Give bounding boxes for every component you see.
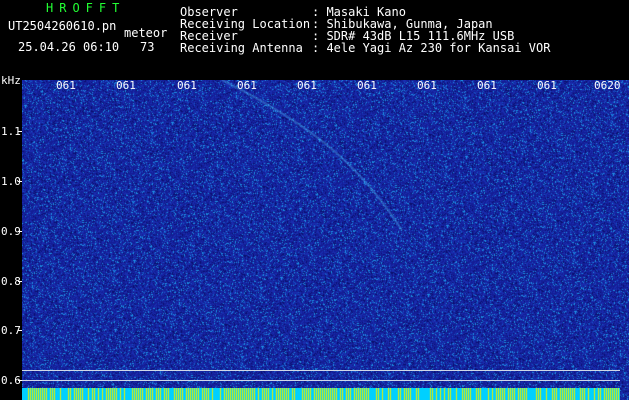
- y-tick-mark: [18, 181, 22, 182]
- x-tick-label: 0620: [594, 79, 621, 92]
- x-tick-label: 061: [297, 79, 317, 92]
- y-axis-unit: kHz: [1, 74, 21, 87]
- reference-line: [22, 370, 620, 371]
- meteor-count: 73: [140, 40, 155, 54]
- file-name: UT2504260610.pn: [8, 19, 117, 33]
- app-brand-title: HROFFT: [46, 1, 126, 15]
- spectrogram-waterfall: [22, 80, 629, 400]
- y-tick-mark: [18, 281, 22, 282]
- detection-tag: meteor: [124, 26, 168, 40]
- x-tick-label: 061: [357, 79, 377, 92]
- x-tick-label: 061: [237, 79, 257, 92]
- detection-strip: [22, 388, 620, 400]
- x-tick-label: 061: [477, 79, 497, 92]
- antenna-label: Receiving Antenna: [180, 41, 303, 55]
- x-tick-label: 061: [417, 79, 437, 92]
- x-tick-label: 061: [116, 79, 136, 92]
- x-tick-label: 061: [177, 79, 197, 92]
- date-time: 25.04.26 06:10: [18, 40, 120, 54]
- y-tick-mark: [18, 131, 22, 132]
- spectrogram-canvas: [22, 80, 629, 400]
- x-tick-label: 061: [537, 79, 557, 92]
- x-tick-label: 061: [56, 79, 76, 92]
- y-tick-mark: [18, 330, 22, 331]
- y-tick-mark: [18, 231, 22, 232]
- reference-line: [22, 380, 620, 381]
- antenna-value: : 4ele Yagi Az 230 for Kansai VOR: [312, 41, 551, 55]
